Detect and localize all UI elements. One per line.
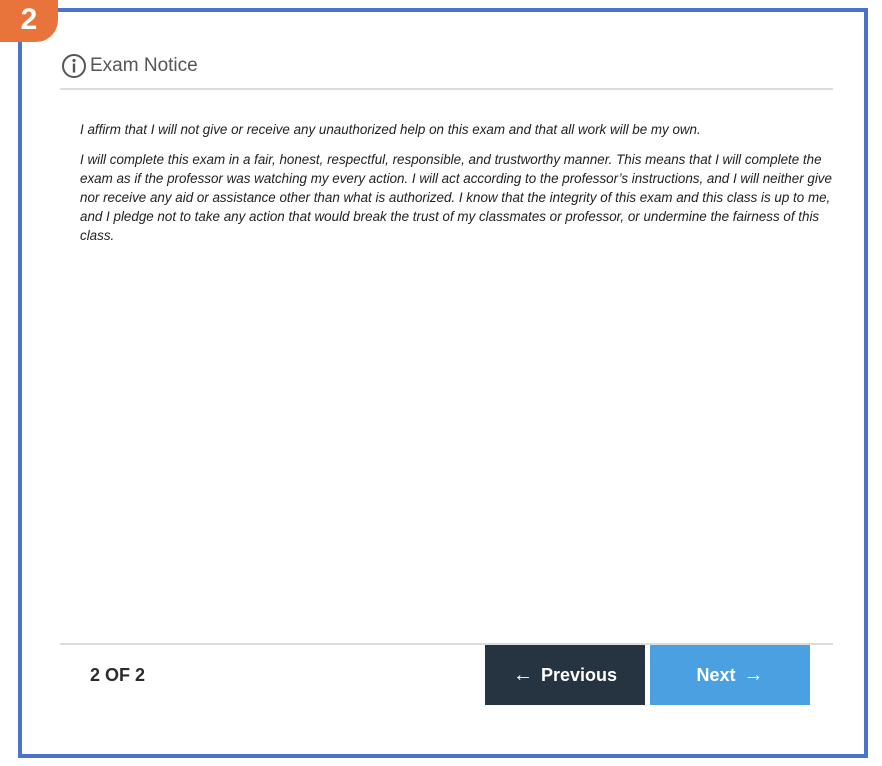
next-button[interactable]: Next → (650, 645, 810, 705)
next-button-label: Next (696, 664, 736, 685)
previous-button[interactable]: ← Previous (485, 645, 645, 705)
previous-button-label: Previous (540, 664, 618, 685)
arrow-left-icon: ← (512, 664, 533, 686)
info-circle-icon (60, 52, 90, 80)
page-counter: 2 OF 2 (90, 665, 146, 685)
page-title: Exam Notice (90, 55, 198, 76)
arrow-right-icon: → (743, 664, 764, 686)
notice-paragraph-pledge: I will complete this exam in a fair, hon… (80, 152, 832, 243)
notice-header: Exam Notice (60, 52, 833, 90)
notice-text: I affirm that I will not give or receive… (80, 120, 840, 256)
notice-paragraph-affirmation: I affirm that I will not give or receive… (80, 122, 701, 137)
step-badge: 2 (0, 0, 58, 42)
